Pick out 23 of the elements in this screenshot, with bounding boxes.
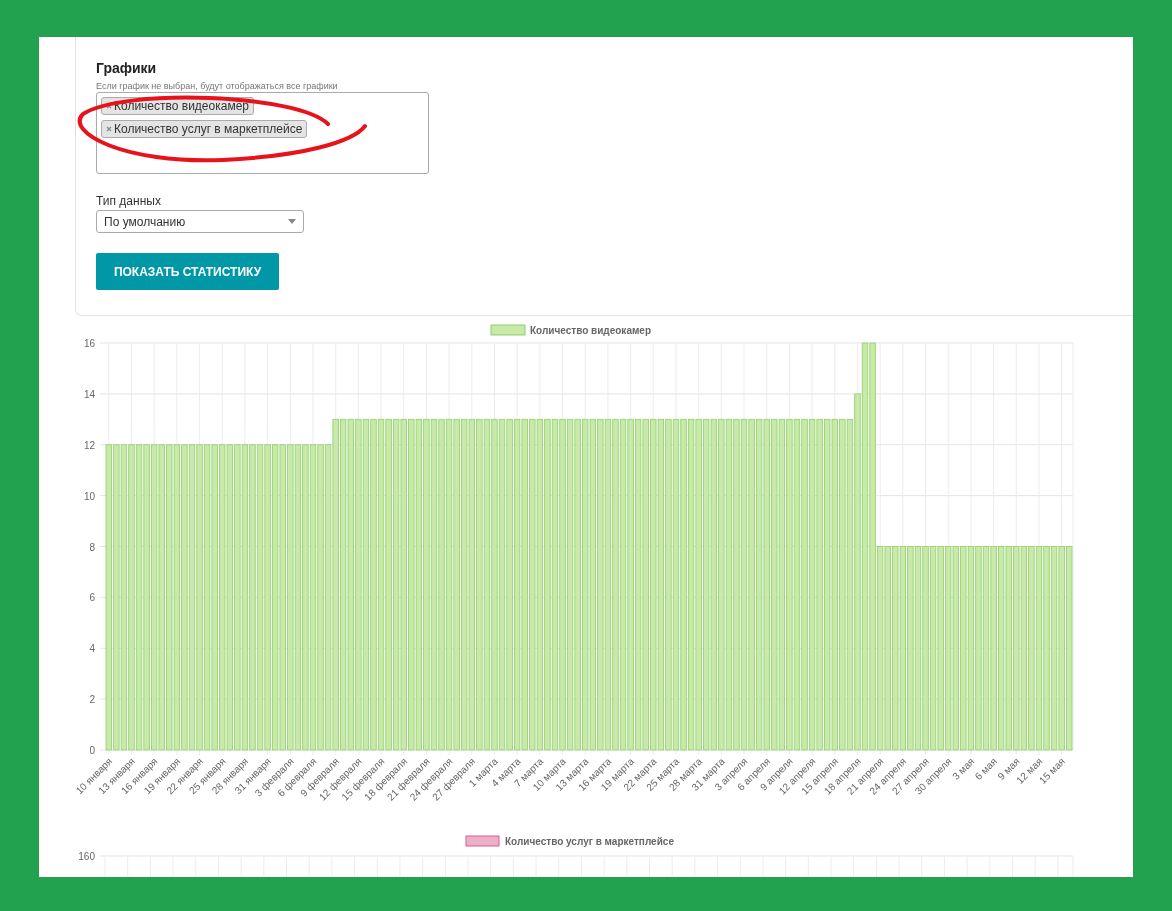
- y-tick-label: 8: [89, 541, 95, 553]
- y-tick-label: 12: [83, 439, 95, 451]
- y-tick-label: 6: [89, 592, 95, 604]
- chart-legend: Количество видеокамер: [490, 324, 651, 336]
- y-tick-label: 0: [89, 745, 95, 756]
- y-tick-label: 10: [83, 490, 95, 502]
- selected-tag[interactable]: Количество услуг в маркетплейсе: [101, 120, 308, 138]
- section-title: Графики: [96, 59, 158, 77]
- show-statistics-button[interactable]: ПОКАЗАТЬ СТАТИСТИКУ: [96, 253, 279, 290]
- y-tick-label: 4: [89, 643, 95, 655]
- y-tick-label: 16: [83, 338, 95, 349]
- hint-text: Если график не выбран, будут отображаться все графики: [96, 81, 339, 92]
- chart-legend: Количество услуг в маркетплейсе: [465, 835, 674, 847]
- y-tick-label: 2: [89, 694, 95, 706]
- legend-label: Количество видеокамер: [530, 325, 652, 336]
- field-label: Тип данных: [96, 194, 162, 208]
- y-tick-label: 14: [83, 388, 95, 400]
- remove-icon[interactable]: [106, 126, 112, 132]
- y-tick-label: 160: [78, 851, 95, 862]
- caret-icon: [288, 219, 296, 224]
- data-type-select[interactable]: По умолчанию: [96, 210, 304, 233]
- remove-icon[interactable]: [106, 103, 112, 109]
- chart-select-field[interactable]: Количество видеокамер Количество услуг в маркетплейсе: [96, 92, 429, 174]
